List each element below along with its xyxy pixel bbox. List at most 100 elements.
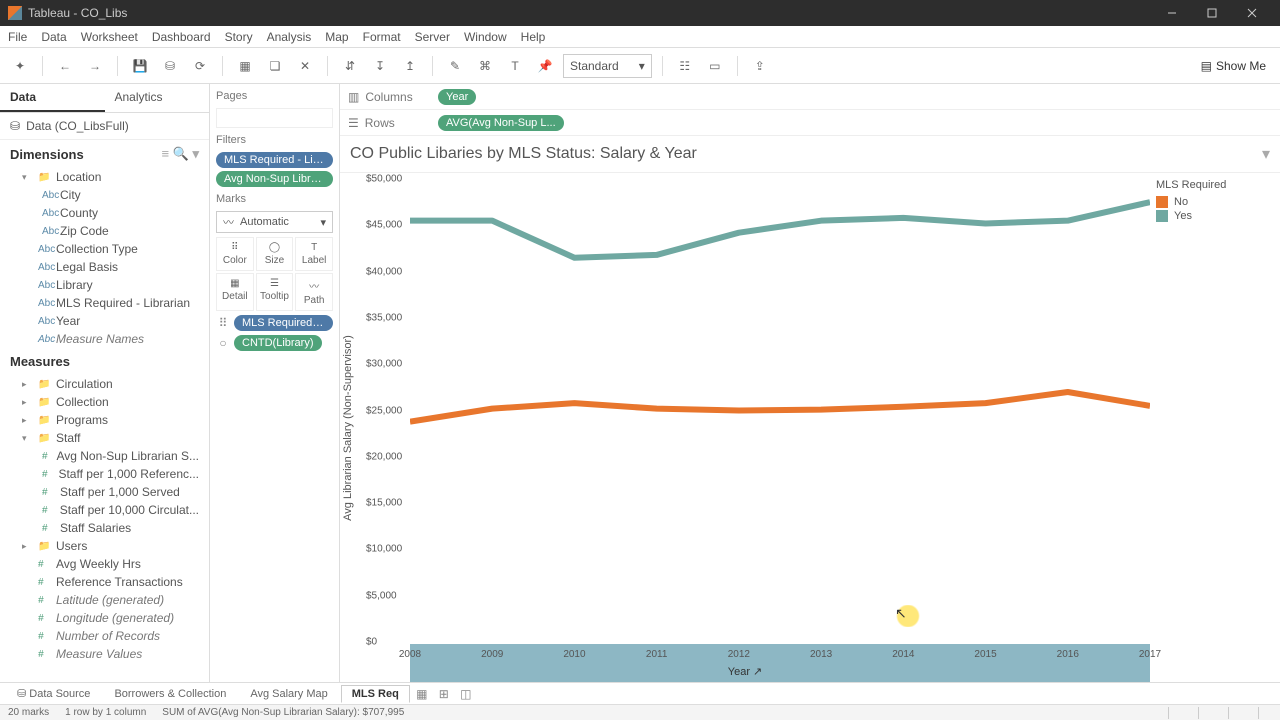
menu-map[interactable]: Map xyxy=(325,30,348,44)
measure-field[interactable]: ▸📁Collection xyxy=(0,393,209,411)
chart-canvas[interactable]: Avg Librarian Salary (Non-Supervisor) Ye… xyxy=(340,173,1150,682)
highlight-button[interactable]: ✎ xyxy=(443,54,467,78)
new-dashboard-tab[interactable]: ⊞ xyxy=(434,687,454,701)
measure-field[interactable]: ▸📁Circulation xyxy=(0,375,209,393)
group-button[interactable]: ⌘ xyxy=(473,54,497,78)
sheet-tab-borrowers[interactable]: Borrowers & Collection xyxy=(103,685,237,703)
measure-field[interactable]: ▾📁Staff xyxy=(0,429,209,447)
label-button[interactable]: T xyxy=(503,54,527,78)
viz-title[interactable]: CO Public Libaries by MLS Status: Salary… xyxy=(340,136,1280,173)
sheet-tab-salarymap[interactable]: Avg Salary Map xyxy=(239,685,338,703)
dimension-field[interactable]: AbcLegal Basis xyxy=(0,258,209,276)
rows-pill-avg[interactable]: AVG(Avg Non-Sup L... xyxy=(438,115,564,131)
mark-pill-cntd[interactable]: CNTD(Library) xyxy=(234,335,322,351)
filter-pill-mls[interactable]: MLS Required - Libra.. xyxy=(216,152,333,168)
tab-analytics[interactable]: Analytics xyxy=(105,84,210,112)
menu-help[interactable]: Help xyxy=(521,30,546,44)
minimize-button[interactable] xyxy=(1152,0,1192,26)
measure-field[interactable]: #Staff per 1,000 Served xyxy=(0,483,209,501)
new-worksheet-button[interactable]: ▦ xyxy=(233,54,257,78)
dimension-field[interactable]: AbcCounty xyxy=(0,204,209,222)
mark-pill-mls[interactable]: MLS Required -.. xyxy=(234,315,333,331)
measure-field[interactable]: #Reference Transactions xyxy=(0,573,209,591)
menu-story[interactable]: Story xyxy=(225,30,253,44)
tableau-icon[interactable]: ✦ xyxy=(8,54,32,78)
measure-field[interactable]: #Measure Values xyxy=(0,645,209,663)
mark-path-button[interactable]: 〰Path xyxy=(295,273,333,311)
view-cards-button[interactable]: ☷ xyxy=(673,54,697,78)
filters-shelf[interactable]: MLS Required - Libra.. Avg Non-Sup Libra… xyxy=(216,152,333,187)
filter-pill-avg[interactable]: Avg Non-Sup Librari.. xyxy=(216,171,333,187)
swap-button[interactable]: ⇵ xyxy=(338,54,362,78)
status-icon[interactable] xyxy=(1228,707,1242,719)
rows-shelf[interactable]: ☰Rows AVG(Avg Non-Sup L... xyxy=(340,110,1280,136)
pages-shelf[interactable] xyxy=(216,108,333,128)
columns-pill-year[interactable]: Year xyxy=(438,89,476,105)
menu-analysis[interactable]: Analysis xyxy=(267,30,312,44)
new-story-tab[interactable]: ◫ xyxy=(456,687,476,701)
clear-button[interactable]: ✕ xyxy=(293,54,317,78)
detail-icon: ○ xyxy=(216,336,230,350)
share-button[interactable]: ⇪ xyxy=(748,54,772,78)
columns-shelf[interactable]: ▥Columns Year xyxy=(340,84,1280,110)
dimension-field[interactable]: AbcYear xyxy=(0,312,209,330)
mark-color-button[interactable]: ⠿Color xyxy=(216,237,254,271)
measure-field[interactable]: ▸📁Users xyxy=(0,537,209,555)
dimension-field[interactable]: AbcMLS Required - Librarian xyxy=(0,294,209,312)
datasource-item[interactable]: ⛁ Data (CO_LibsFull) xyxy=(0,113,209,140)
menu-format[interactable]: Format xyxy=(363,30,401,44)
dimension-field[interactable]: AbcMeasure Names xyxy=(0,330,209,348)
back-button[interactable]: ← xyxy=(53,54,77,78)
measure-field[interactable]: #Avg Weekly Hrs xyxy=(0,555,209,573)
duplicate-button[interactable]: ❏ xyxy=(263,54,287,78)
legend-item-no[interactable]: No xyxy=(1156,195,1274,209)
legend-item-yes[interactable]: Yes xyxy=(1156,209,1274,223)
tab-data[interactable]: Data xyxy=(0,84,105,112)
chevron-down-icon[interactable]: ▾ xyxy=(1262,144,1270,164)
menu-file[interactable]: File xyxy=(8,30,27,44)
measure-field[interactable]: #Staff Salaries xyxy=(0,519,209,537)
save-button[interactable]: 💾 xyxy=(128,54,152,78)
dimension-field[interactable]: AbcCity xyxy=(0,186,209,204)
mark-size-button[interactable]: ◯Size xyxy=(256,237,294,271)
measure-field[interactable]: #Number of Records xyxy=(0,627,209,645)
mark-label-button[interactable]: TLabel xyxy=(295,237,333,271)
mark-detail-button[interactable]: ▦Detail xyxy=(216,273,254,311)
dimension-field[interactable]: AbcCollection Type xyxy=(0,240,209,258)
dimensions-tools-icon[interactable]: ≡ 🔍 ▾ xyxy=(161,146,199,162)
measure-field[interactable]: #Staff per 1,000 Referenc... xyxy=(0,465,209,483)
marks-card-title: Marks xyxy=(216,193,333,205)
menu-worksheet[interactable]: Worksheet xyxy=(81,30,138,44)
dimension-field[interactable]: AbcLibrary xyxy=(0,276,209,294)
mark-tooltip-button[interactable]: ☰Tooltip xyxy=(256,273,294,311)
datasource-tab[interactable]: ⛁ Data Source xyxy=(6,684,101,703)
status-icon[interactable] xyxy=(1258,707,1272,719)
measure-field[interactable]: ▸📁Programs xyxy=(0,411,209,429)
menu-data[interactable]: Data xyxy=(41,30,66,44)
new-datasource-button[interactable]: ⛁ xyxy=(158,54,182,78)
close-button[interactable] xyxy=(1232,0,1272,26)
dimension-field[interactable]: AbcZip Code xyxy=(0,222,209,240)
measure-field[interactable]: #Latitude (generated) xyxy=(0,591,209,609)
status-icon[interactable] xyxy=(1168,707,1182,719)
mark-type-dropdown[interactable]: 〰Automatic▾ xyxy=(216,211,333,233)
measure-field[interactable]: #Longitude (generated) xyxy=(0,609,209,627)
presentation-button[interactable]: ▭ xyxy=(703,54,727,78)
sheet-tab-mlsreq[interactable]: MLS Req xyxy=(341,685,410,703)
show-me-button[interactable]: ▤ Show Me xyxy=(1195,59,1272,73)
measure-field[interactable]: #Staff per 10,000 Circulat... xyxy=(0,501,209,519)
menu-server[interactable]: Server xyxy=(415,30,450,44)
status-icon[interactable] xyxy=(1198,707,1212,719)
fix-button[interactable]: 📌 xyxy=(533,54,557,78)
sort-asc-button[interactable]: ↧ xyxy=(368,54,392,78)
sort-desc-button[interactable]: ↥ xyxy=(398,54,422,78)
forward-button[interactable]: → xyxy=(83,54,107,78)
refresh-button[interactable]: ⟳ xyxy=(188,54,212,78)
measure-field[interactable]: #Avg Non-Sup Librarian S... xyxy=(0,447,209,465)
menu-window[interactable]: Window xyxy=(464,30,507,44)
fit-dropdown[interactable]: Standard▾ xyxy=(563,54,652,78)
maximize-button[interactable] xyxy=(1192,0,1232,26)
dimension-field[interactable]: ▾📁Location xyxy=(0,168,209,186)
menu-dashboard[interactable]: Dashboard xyxy=(152,30,211,44)
new-worksheet-tab[interactable]: ▦ xyxy=(412,687,432,701)
